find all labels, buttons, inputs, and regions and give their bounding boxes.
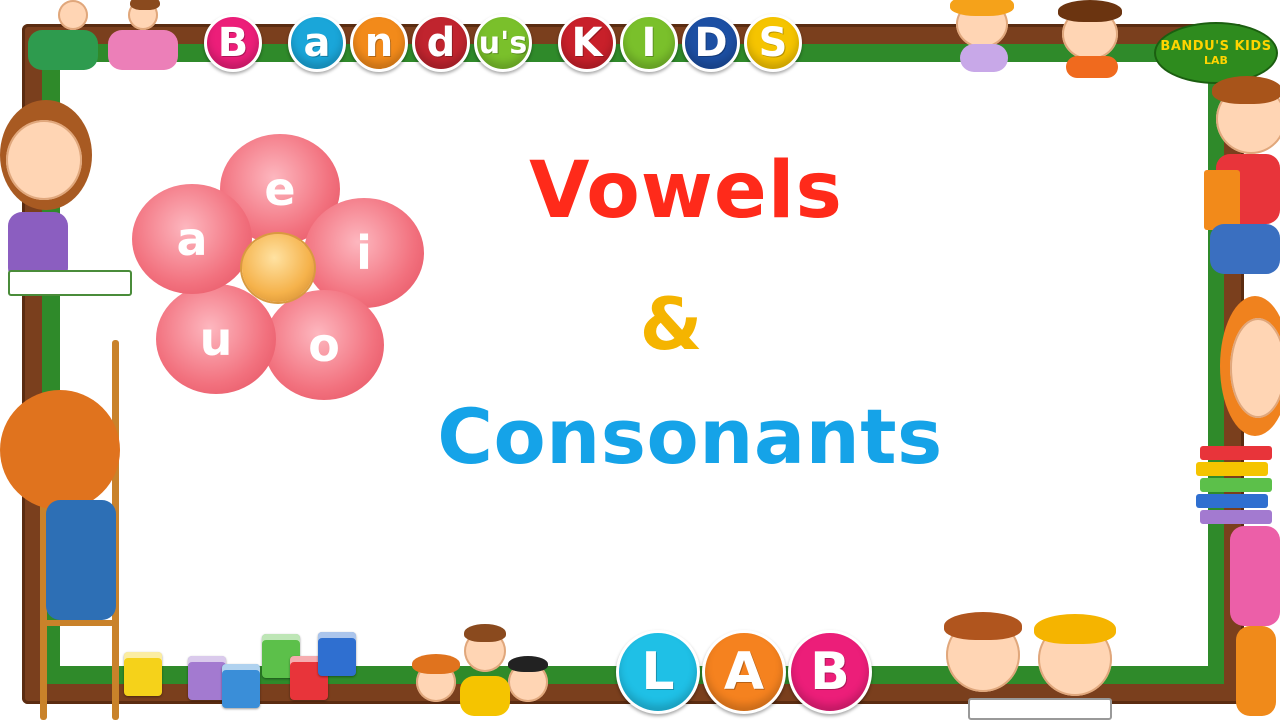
lab-bubbles: L A B <box>616 630 872 714</box>
title-letter-d: d <box>412 14 470 72</box>
lab-letter-l: L <box>616 630 700 714</box>
boy-reading-right-illustration <box>1196 74 1280 280</box>
kids-top-left-illustration <box>18 0 188 85</box>
logo-line1: BANDU'S KIDS <box>1160 39 1272 54</box>
title-letter-i: I <box>620 14 678 72</box>
flower-center <box>242 234 314 302</box>
title-letter-us: u's <box>474 14 532 72</box>
title-letter-s: S <box>744 14 802 72</box>
heading-ampersand: & <box>639 282 703 366</box>
vowel-flower: e i o u a <box>128 134 428 404</box>
title-letter-k: K <box>558 14 616 72</box>
heading-consonants: Consonants <box>437 392 943 481</box>
title-letter-a: a <box>288 14 346 72</box>
girl-reading-left-illustration <box>0 100 132 310</box>
kids-top-right-illustration <box>930 0 1150 84</box>
title-letter-b: B <box>204 14 262 72</box>
heading-vowels: Vowels <box>529 146 843 236</box>
petal-o: o <box>264 290 384 400</box>
petal-u: u <box>156 284 276 394</box>
kids-bottom-right-illustration <box>938 606 1138 720</box>
kids-bottom-center-illustration <box>400 620 570 720</box>
logo-line2: LAB <box>1204 54 1228 67</box>
title-letter-n: n <box>350 14 408 72</box>
title-bubbles: B a n d u's K I D S <box>204 14 802 72</box>
lab-letter-a: A <box>702 630 786 714</box>
petal-a: a <box>132 184 252 294</box>
title-letter-d2: D <box>682 14 740 72</box>
lab-letter-b: B <box>788 630 872 714</box>
girl-with-books-right-illustration <box>1196 296 1280 720</box>
